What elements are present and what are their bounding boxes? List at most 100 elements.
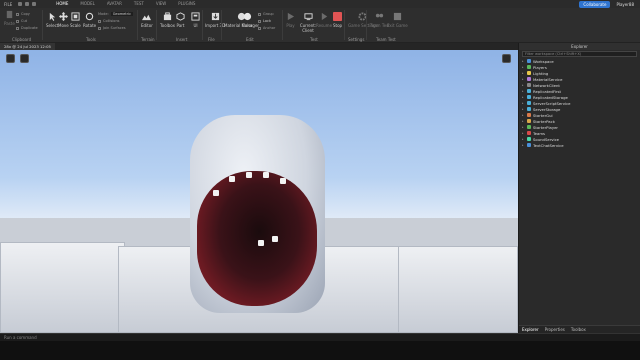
play-icon (287, 12, 295, 21)
move-tool[interactable]: Move (58, 12, 69, 28)
expand-arrow-icon[interactable]: ▸ (522, 77, 525, 81)
service-icon (527, 59, 531, 63)
edit-group-label: Edit (246, 37, 254, 42)
service-icon (527, 101, 531, 105)
tooth (246, 172, 252, 178)
color-button[interactable]: Color (242, 12, 252, 28)
import-icon (211, 12, 219, 21)
quick-access (18, 2, 37, 6)
expand-arrow-icon[interactable]: ▸ (522, 59, 525, 63)
stop-icon (333, 12, 343, 21)
menu-icon[interactable] (20, 54, 29, 63)
part-label: Part (176, 23, 185, 28)
scale-tool[interactable]: Scale (70, 12, 81, 28)
stop-button[interactable]: Stop (333, 12, 342, 28)
explorer-filter-input[interactable]: Filter workspace (Ctrl+Shift+X) (522, 51, 637, 57)
toolbox-icon (163, 12, 172, 21)
redo-icon[interactable] (25, 2, 30, 6)
resume-button[interactable]: Resume (316, 12, 332, 28)
tab-explorer[interactable]: Explorer (519, 326, 542, 333)
paste-icon (6, 10, 13, 19)
save-icon[interactable] (32, 2, 37, 6)
select-tool[interactable]: Select (46, 12, 58, 28)
file-menu[interactable]: FILE (0, 2, 16, 7)
join-surfaces-toggle[interactable]: Join Surfaces (98, 26, 126, 30)
expand-arrow-icon[interactable]: ▸ (522, 95, 525, 99)
settings-group-label: Settings (348, 37, 365, 42)
ui-button[interactable]: UI (191, 12, 200, 28)
client-icon (303, 13, 313, 21)
document-tab-strip: 28x @ 24 Jul 2023 12:05 (0, 43, 518, 50)
group-button[interactable]: Group (258, 12, 274, 16)
lock-button[interactable]: Lock (258, 19, 271, 23)
expand-arrow-icon[interactable]: ▸ (522, 131, 525, 135)
tooth (213, 190, 219, 196)
command-bar-input[interactable]: Run a command (0, 333, 640, 341)
current-client-button[interactable]: Current: Client (298, 12, 318, 33)
rotate-icon (85, 12, 94, 21)
undo-icon[interactable] (18, 2, 23, 6)
expand-arrow-icon[interactable]: ▸ (522, 143, 525, 147)
explorer-item-label: Workspace (533, 58, 554, 64)
tab-properties[interactable]: Properties (542, 326, 568, 333)
toolbox-button[interactable]: Toolbox (160, 12, 175, 28)
cut-button[interactable]: Cut (16, 19, 27, 23)
explorer-panel: Explorer Filter workspace (Ctrl+Shift+X)… (518, 43, 640, 333)
explorer-tree: ▸ Workspace ▸ Players ▸ Lighting ▸ MaterialServ… (519, 58, 640, 148)
roblox-logo-icon[interactable] (6, 54, 15, 63)
mode-label: Mode: (98, 12, 109, 16)
anchor-button[interactable]: Anchor (258, 26, 275, 30)
play-button[interactable]: Play (286, 12, 295, 28)
service-icon (527, 95, 531, 99)
part-button[interactable]: Part (176, 12, 185, 28)
expand-arrow-icon[interactable]: ▸ (522, 107, 525, 111)
scale-label: Scale (70, 23, 81, 28)
explorer-item-label: SoundService (533, 136, 559, 142)
service-icon (527, 137, 531, 141)
expand-arrow-icon[interactable]: ▸ (522, 119, 525, 123)
ui-icon (191, 12, 200, 21)
service-icon (527, 131, 531, 135)
duplicate-label: Duplicate (21, 26, 38, 30)
rotate-tool[interactable]: Rotate (83, 12, 96, 28)
import-3d-button[interactable]: Import 3D (205, 12, 225, 28)
3d-viewport[interactable] (0, 50, 518, 333)
exit-icon (393, 12, 401, 21)
import-3d-label: Import 3D (205, 23, 226, 28)
expand-arrow-icon[interactable]: ▸ (522, 83, 525, 87)
expand-arrow-icon[interactable]: ▸ (522, 125, 525, 129)
expand-arrow-icon[interactable]: ▸ (522, 137, 525, 141)
exit-game-button[interactable]: Exit Game (387, 12, 408, 28)
lock-label: Lock (263, 19, 271, 23)
mode-select[interactable]: Mode: Geometric (98, 12, 133, 16)
explorer-item-label: Players (533, 64, 547, 70)
duplicate-button[interactable]: Duplicate (16, 26, 38, 30)
clipboard-group-label: Clipboard (12, 37, 32, 42)
team-test-group-label: Team Test (376, 37, 396, 42)
anchor-label: Anchor (263, 26, 276, 30)
terrain-editor-button[interactable]: Editor (141, 12, 153, 28)
chat-icon[interactable] (502, 54, 511, 63)
document-tab[interactable]: 28x @ 24 Jul 2023 12:05 (0, 43, 55, 50)
explorer-item-label: Lighting (533, 70, 549, 76)
expand-arrow-icon[interactable]: ▸ (522, 89, 525, 93)
toolbox-label: Toolbox (160, 23, 175, 28)
mode-value: Geometric (110, 12, 133, 16)
tab-toolbox[interactable]: Toolbox (568, 326, 589, 333)
explorer-item-label: StarterPack (533, 118, 555, 124)
paste-button[interactable]: Paste (4, 10, 15, 26)
expand-arrow-icon[interactable]: ▸ (522, 101, 525, 105)
explorer-item-label: MaterialService (533, 76, 563, 82)
collaborate-button[interactable]: Collaborate (579, 0, 611, 8)
ribbon-separator (366, 10, 367, 40)
expand-arrow-icon[interactable]: ▸ (522, 71, 525, 75)
expand-arrow-icon[interactable]: ▸ (522, 65, 525, 69)
expand-arrow-icon[interactable]: ▸ (522, 113, 525, 117)
scale-icon (71, 12, 80, 21)
user-name[interactable]: Player88 (616, 2, 634, 7)
explorer-item[interactable]: ▸ TextChatService (522, 142, 640, 148)
studio-window: FILE HOME MODEL AVATAR TEST VIEW PLUGINS… (0, 0, 640, 360)
tools-group-label: Tools (86, 37, 96, 42)
copy-button[interactable]: Copy (16, 12, 30, 16)
collisions-toggle[interactable]: Collisions (98, 19, 119, 23)
